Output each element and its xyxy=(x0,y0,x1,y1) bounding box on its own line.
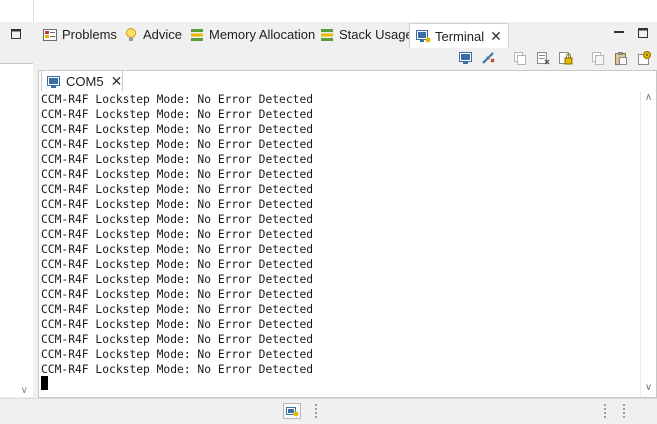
console-line: CCM-R4F Lockstep Mode: No Error Detected xyxy=(41,123,314,136)
copy-all-icon[interactable] xyxy=(590,50,606,66)
console-line: CCM-R4F Lockstep Mode: No Error Detected xyxy=(41,213,314,226)
monitor-icon xyxy=(46,74,62,90)
left-scroll-down-arrow[interactable]: ∨ xyxy=(0,386,33,396)
copy-icon[interactable] xyxy=(512,50,528,66)
tab-label: COM5 xyxy=(66,74,104,89)
tab-label: Advice xyxy=(143,27,183,42)
tab-advice[interactable]: Advice xyxy=(123,22,182,47)
view-tab-bar: Problems Advice Memory Allocation Stack … xyxy=(37,22,657,48)
maximize-icon xyxy=(11,29,21,39)
minimize-icon xyxy=(614,31,624,33)
tab-label: Memory Allocation xyxy=(209,27,316,42)
top-editor-strip xyxy=(33,0,657,22)
console-line: CCM-R4F Lockstep Mode: No Error Detected xyxy=(41,303,314,316)
console-line: CCM-R4F Lockstep Mode: No Error Detected xyxy=(41,153,314,166)
console-line: CCM-R4F Lockstep Mode: No Error Detected xyxy=(41,348,314,361)
tab-label: Terminal xyxy=(435,28,485,44)
left-view-panel xyxy=(0,63,33,397)
status-icon[interactable] xyxy=(283,403,301,419)
console-line: CCM-R4F Lockstep Mode: No Error Detected xyxy=(41,258,314,271)
console-line: CCM-R4F Lockstep Mode: No Error Detected xyxy=(41,228,314,241)
tab-stack-usage[interactable]: Stack Usage xyxy=(319,22,413,47)
stack-usage-icon xyxy=(319,27,335,43)
console-line: CCM-R4F Lockstep Mode: No Error Detected xyxy=(41,363,314,376)
console-line: CCM-R4F Lockstep Mode: No Error Detected xyxy=(41,243,314,256)
paste-icon[interactable] xyxy=(613,50,629,66)
console-line: CCM-R4F Lockstep Mode: No Error Detected xyxy=(41,333,314,346)
status-grip xyxy=(604,404,606,418)
terminal-toolbar xyxy=(37,47,657,70)
scroll-down-arrow[interactable]: ∨ xyxy=(641,381,656,395)
left-top-strip xyxy=(0,0,33,22)
console-line: CCM-R4F Lockstep Mode: No Error Detected xyxy=(41,93,314,106)
status-grip xyxy=(623,404,625,418)
console-line: CCM-R4F Lockstep Mode: No Error Detected xyxy=(41,108,314,121)
terminal-icon xyxy=(415,28,431,44)
console-lines: CCM-R4F Lockstep Mode: No Error Detected… xyxy=(41,92,313,377)
console-line: CCM-R4F Lockstep Mode: No Error Detected xyxy=(41,318,314,331)
clear-icon[interactable] xyxy=(535,50,551,66)
lightbulb-icon xyxy=(123,27,139,43)
tab-label: Problems xyxy=(62,27,117,42)
console-line: CCM-R4F Lockstep Mode: No Error Detected xyxy=(41,183,314,196)
settings-icon[interactable] xyxy=(636,50,652,66)
memory-allocation-icon xyxy=(189,27,205,43)
console-line: CCM-R4F Lockstep Mode: No Error Detected xyxy=(41,288,314,301)
text-cursor xyxy=(41,376,48,390)
console-line: CCM-R4F Lockstep Mode: No Error Detected xyxy=(41,198,314,211)
disconnect-icon[interactable] xyxy=(480,50,496,66)
status-grip xyxy=(315,404,317,418)
terminal-output[interactable]: CCM-R4F Lockstep Mode: No Error Detected… xyxy=(39,91,640,397)
open-terminal-icon[interactable] xyxy=(458,50,474,66)
tab-memory-allocation[interactable]: Memory Allocation xyxy=(189,22,315,47)
status-bar xyxy=(0,398,657,424)
close-icon[interactable]: ✕ xyxy=(490,28,502,45)
scroll-lock-icon[interactable] xyxy=(557,50,573,66)
close-icon[interactable]: ✕ xyxy=(111,73,123,90)
tab-com5[interactable]: COM5 ✕ xyxy=(41,70,123,92)
vertical-scrollbar[interactable]: ∧ ∨ xyxy=(640,91,656,397)
tab-terminal[interactable]: Terminal ✕ xyxy=(409,23,509,48)
console-line: CCM-R4F Lockstep Mode: No Error Detected xyxy=(41,273,314,286)
tab-label: Stack Usage xyxy=(339,27,413,42)
view-minimize-button[interactable] xyxy=(613,27,625,39)
left-view-maximize-button[interactable] xyxy=(10,28,22,40)
console-line: CCM-R4F Lockstep Mode: No Error Detected xyxy=(41,138,314,151)
scroll-up-arrow[interactable]: ∧ xyxy=(641,91,656,105)
tab-problems[interactable]: Problems xyxy=(42,22,117,47)
problems-icon xyxy=(42,27,58,43)
maximize-icon xyxy=(638,28,648,38)
view-maximize-button[interactable] xyxy=(637,27,649,39)
console-line: CCM-R4F Lockstep Mode: No Error Detected xyxy=(41,168,314,181)
